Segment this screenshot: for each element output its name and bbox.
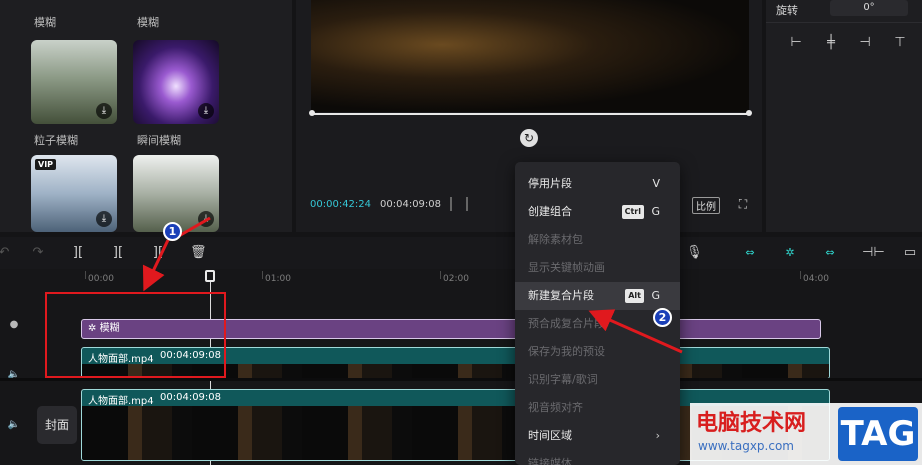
effect-label: 模糊 (34, 16, 56, 29)
watermark: 电脑技术网 www.tagxp.com TAG (690, 403, 922, 465)
menu-item-new-compound-clip[interactable]: 新建复合片段 Alt G (515, 282, 680, 310)
trim-left-icon[interactable]: ][ (110, 245, 126, 261)
menu-item-label: 显示关键帧动画 (528, 261, 605, 274)
microphone-icon[interactable]: 🎙 (686, 245, 703, 261)
shortcut-key: G (651, 289, 660, 302)
menu-item-label: 预合成复合片段 (528, 317, 605, 330)
watermark-url: www.tagxp.com (698, 439, 794, 453)
effect-card-forest[interactable]: ⤓ (133, 155, 219, 232)
menu-item-link-media: 链接媒体 (515, 450, 680, 465)
link-icon[interactable]: ⇔ (818, 245, 842, 261)
rotate-label: 旋转 (776, 4, 798, 17)
shortcut-key: V (652, 177, 660, 190)
reset-icon[interactable]: ↻ (520, 129, 538, 147)
clip-duration: 00:04:09:08 (160, 392, 222, 403)
menu-item-time-region[interactable]: 时间区域 › (515, 422, 680, 450)
menu-item-label: 新建复合片段 (528, 289, 594, 302)
effect-label: 模糊 (137, 16, 159, 29)
effects-panel: 模糊 模糊 ⤓ ⤓ 粒子模糊 瞬间模糊 VIP ⤓ ⤓ (0, 0, 292, 232)
menu-item-recognize-subtitles: 识别字幕/歌词 (515, 366, 680, 394)
total-time: 00:04:09:08 (380, 199, 442, 210)
align-left-icon[interactable]: ⊢ (786, 34, 806, 52)
grid-icon[interactable] (450, 197, 468, 211)
download-icon[interactable]: ⤓ (198, 211, 214, 227)
tick-label: 00:00 (88, 274, 114, 284)
shortcut-modifier: Ctrl (621, 205, 644, 219)
effect-thumbnail: ⤓ (133, 40, 219, 124)
screen-icon[interactable]: ▭ (902, 245, 918, 261)
trim-right-icon[interactable]: ][ (150, 245, 166, 261)
menu-item-unpack-material: 解除素材包 (515, 226, 680, 254)
effect-thumbnail: ⤓ (133, 155, 219, 232)
tick-label: 04:00 (803, 274, 829, 284)
divider (0, 378, 922, 381)
menu-item-label: 识别字幕/歌词 (528, 373, 598, 386)
video-preview[interactable] (311, 0, 749, 112)
effect-thumbnail: VIP ⤓ (31, 155, 117, 232)
rotate-input[interactable]: 0° (830, 0, 908, 16)
watermark-logo: TAG (838, 407, 918, 461)
tick-mark (800, 271, 801, 279)
menu-item-label: 停用片段 (528, 177, 572, 190)
track-lock-icon[interactable]: ● (0, 319, 28, 330)
split-icon[interactable]: ][ (70, 245, 86, 261)
menu-item-label: 链接媒体 (528, 457, 572, 465)
watermark-title: 电脑技术网 (696, 411, 807, 436)
ratio-button[interactable]: 比例 (692, 197, 720, 214)
time-ruler[interactable]: 00:00 01:00 02:00 04:00 (0, 269, 922, 289)
menu-item-save-preset: 保存为我的预设 (515, 338, 680, 366)
menu-item-label: 时间区域 (528, 429, 572, 442)
align-center-icon[interactable]: ╪ (821, 34, 841, 52)
shortcut-key: G (651, 205, 660, 218)
split-view-icon[interactable]: ⊣⊢ (862, 245, 885, 261)
fullscreen-icon[interactable]: ⛶ (736, 197, 750, 211)
align-top-icon[interactable]: ⊤ (890, 34, 910, 52)
menu-item-label: 创建组合 (528, 205, 572, 218)
align-right-icon[interactable]: ⊣ (855, 34, 875, 52)
effect-card-instant-blur[interactable]: ⤓ (133, 40, 219, 124)
crop-handle[interactable] (746, 110, 752, 116)
current-time: 00:00:42:24 (310, 199, 372, 210)
download-icon[interactable]: ⤓ (198, 103, 214, 119)
effect-thumbnail: ⤓ (31, 40, 117, 124)
chevron-right-icon: › (655, 429, 660, 442)
tick-mark (85, 271, 86, 279)
menu-item-show-keyframes: 显示关键帧动画 (515, 254, 680, 282)
menu-item-av-align: 视音频对齐 (515, 394, 680, 422)
tick-mark (262, 271, 263, 279)
clip-name: 人物面部.mp4 (88, 396, 154, 407)
menu-item-label: 解除素材包 (528, 233, 583, 246)
highlight-box (45, 292, 226, 378)
effect-card-particle-blur[interactable]: ⤓ (31, 40, 117, 124)
menu-item-disable-clip[interactable]: 停用片段 V (515, 170, 680, 198)
tick-label: 02:00 (443, 274, 469, 284)
step-marker-2: 2 (653, 308, 672, 327)
effect-card-vip[interactable]: VIP ⤓ (31, 155, 117, 232)
crop-handle[interactable] (309, 110, 315, 116)
undo-icon[interactable]: ↶ (0, 245, 12, 261)
vip-badge: VIP (35, 159, 57, 170)
delete-icon[interactable]: 🗑 (190, 245, 207, 261)
step-marker-1: 1 (163, 222, 182, 241)
divider (766, 22, 922, 23)
redo-icon[interactable]: ↷ (30, 245, 46, 261)
playhead-handle[interactable] (205, 270, 215, 282)
download-icon[interactable]: ⤓ (96, 211, 112, 227)
crop-edge[interactable] (311, 113, 749, 115)
link-main-track-icon[interactable]: ⇔ (738, 245, 762, 261)
tick-mark (440, 271, 441, 279)
menu-item-label: 视音频对齐 (528, 401, 583, 414)
menu-item-create-group[interactable]: 创建组合 Ctrl G (515, 198, 680, 226)
tick-label: 01:00 (265, 274, 291, 284)
effect-label: 瞬间模糊 (137, 134, 181, 147)
attribute-panel: 旋转 0° ⊢ ╪ ⊣ ⊤ (766, 0, 922, 232)
menu-item-label: 保存为我的预设 (528, 345, 605, 358)
shortcut-modifier: Alt (625, 289, 644, 303)
timeline-toolbar: ↶ ↷ ][ ][ ][ 🗑 🎙 ⇔ ✲ ⇔ ⊣⊢ ▭ (0, 237, 922, 269)
download-icon[interactable]: ⤓ (96, 103, 112, 119)
audio-icon[interactable]: 🔈 (0, 419, 28, 430)
effect-label: 粒子模糊 (34, 134, 78, 147)
preview-axis-icon[interactable]: ✲ (778, 245, 802, 261)
cover-button[interactable]: 封面 (37, 406, 77, 444)
